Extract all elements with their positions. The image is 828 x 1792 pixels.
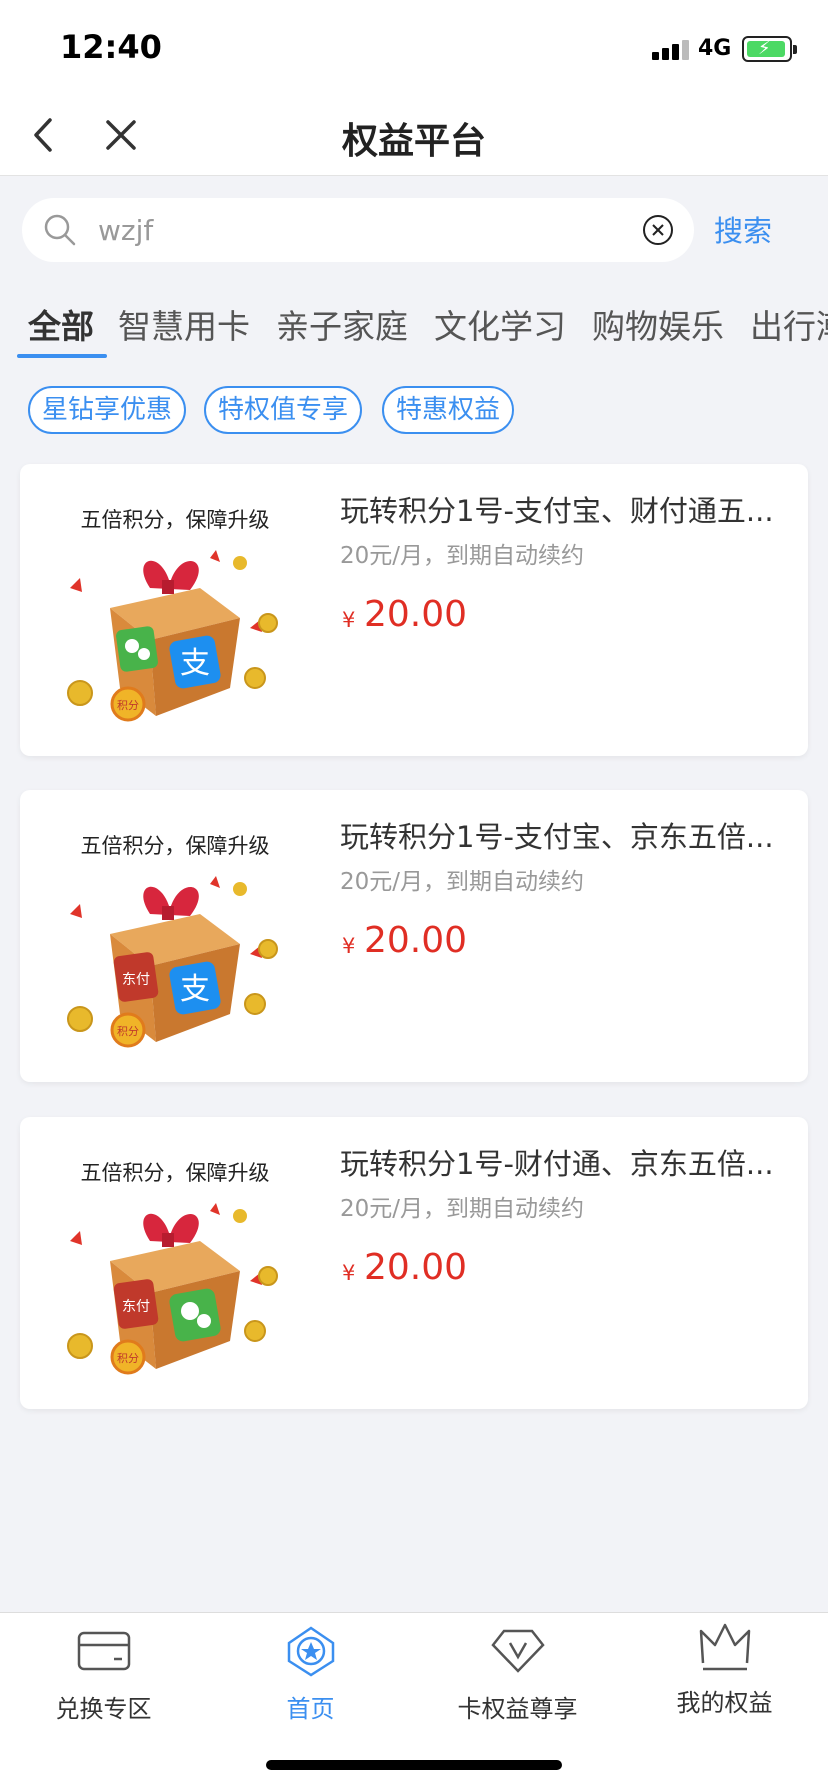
tab-label: 兑换专区	[55, 1695, 152, 1723]
product-price: 20.00	[364, 594, 468, 635]
product-card[interactable]: 五倍积分，保障升级 东付 支 积分 玩转积分1号-支付宝、京东五倍... 20元…	[20, 790, 808, 1082]
status-bar: 12:40 4G ⚡	[0, 0, 828, 92]
tab-card-privilege[interactable]: 卡权益尊享	[414, 1613, 621, 1733]
status-time: 12:40	[60, 28, 162, 66]
currency-symbol: ¥	[342, 608, 356, 632]
product-thumbnail: 五倍积分，保障升级 东付 积分	[50, 1141, 300, 1381]
tab-label: 首页	[286, 1695, 335, 1723]
clear-input-icon[interactable]	[642, 214, 674, 246]
chip-special-offer[interactable]: 特惠权益	[382, 386, 515, 434]
category-tabs: 全部 智慧用卡 亲子家庭 文化学习 购物娱乐 出行潮	[0, 290, 828, 362]
search-input[interactable]	[98, 208, 618, 252]
gift-box-icon: 支 积分	[67, 550, 278, 722]
coin-badge-text: 积分	[117, 1352, 139, 1365]
coin-badge-text: 积分	[117, 1025, 139, 1038]
product-title: 玩转积分1号-财付通、京东五倍...	[340, 1147, 774, 1181]
jd-badge-text: 东付	[122, 972, 150, 988]
product-subtitle: 20元/月，到期自动续约	[340, 869, 585, 895]
active-tab-indicator	[17, 354, 107, 358]
category-tab-all[interactable]: 全部	[28, 300, 94, 348]
tab-exchange[interactable]: 兑换专区	[0, 1613, 207, 1733]
currency-symbol: ¥	[342, 934, 356, 958]
network-label: 4G	[698, 36, 732, 61]
tab-my-privileges[interactable]: 我的权益	[621, 1613, 828, 1733]
diamond-v-icon	[491, 1629, 545, 1673]
product-card[interactable]: 五倍积分，保障升级 东付 积分 玩转积分1号-财付通、京东五倍... 20元/月…	[20, 1117, 808, 1409]
battery-icon: ⚡	[742, 36, 797, 62]
category-tab-shopping[interactable]: 购物娱乐	[592, 300, 724, 348]
category-tab-travel[interactable]: 出行潮	[750, 300, 828, 348]
category-tab-culture[interactable]: 文化学习	[434, 300, 566, 348]
chip-privilege-value[interactable]: 特权值专享	[204, 386, 363, 434]
currency-symbol: ¥	[342, 1261, 356, 1285]
card-icon	[77, 1631, 131, 1671]
signal-strength-icon	[652, 38, 692, 60]
svg-text:支: 支	[180, 972, 210, 1007]
product-title: 玩转积分1号-支付宝、京东五倍...	[340, 820, 774, 854]
page-title: 权益平台	[341, 121, 486, 162]
svg-text:支: 支	[180, 646, 210, 681]
home-indicator	[266, 1760, 562, 1770]
home-badge-icon	[287, 1626, 335, 1677]
product-title: 玩转积分1号-支付宝、财付通五...	[340, 494, 774, 528]
tab-home[interactable]: 首页	[207, 1613, 414, 1733]
nav-bar: 权益平台	[0, 92, 828, 176]
search-button[interactable]: 搜索	[714, 208, 772, 250]
coin-badge-text: 积分	[117, 699, 139, 712]
search-box[interactable]	[22, 198, 694, 262]
product-subtitle: 20元/月，到期自动续约	[340, 543, 585, 569]
product-thumbnail: 五倍积分，保障升级 东付 支 积分	[50, 814, 300, 1054]
chip-star-diamond[interactable]: 星钻享优惠	[28, 386, 187, 434]
product-price: 20.00	[364, 920, 468, 961]
product-thumbnail: 五倍积分，保障升级 支 积分	[50, 488, 300, 728]
gift-box-icon: 东付 积分	[67, 1203, 278, 1375]
product-card[interactable]: 五倍积分，保障升级 支 积分 玩转积分1号-支付宝、财付通五... 20元/月，…	[20, 464, 808, 756]
search-icon	[44, 214, 76, 246]
jd-badge-text: 东付	[122, 1299, 150, 1315]
category-tab-smart-card[interactable]: 智慧用卡	[118, 300, 250, 348]
product-price: 20.00	[364, 1247, 468, 1288]
gift-box-icon: 东付 支 积分	[67, 876, 278, 1048]
crown-icon	[699, 1623, 751, 1671]
tab-label: 卡权益尊享	[457, 1695, 578, 1723]
category-tab-family[interactable]: 亲子家庭	[276, 300, 408, 348]
tab-label: 我的权益	[676, 1689, 773, 1717]
product-subtitle: 20元/月，到期自动续约	[340, 1196, 585, 1222]
